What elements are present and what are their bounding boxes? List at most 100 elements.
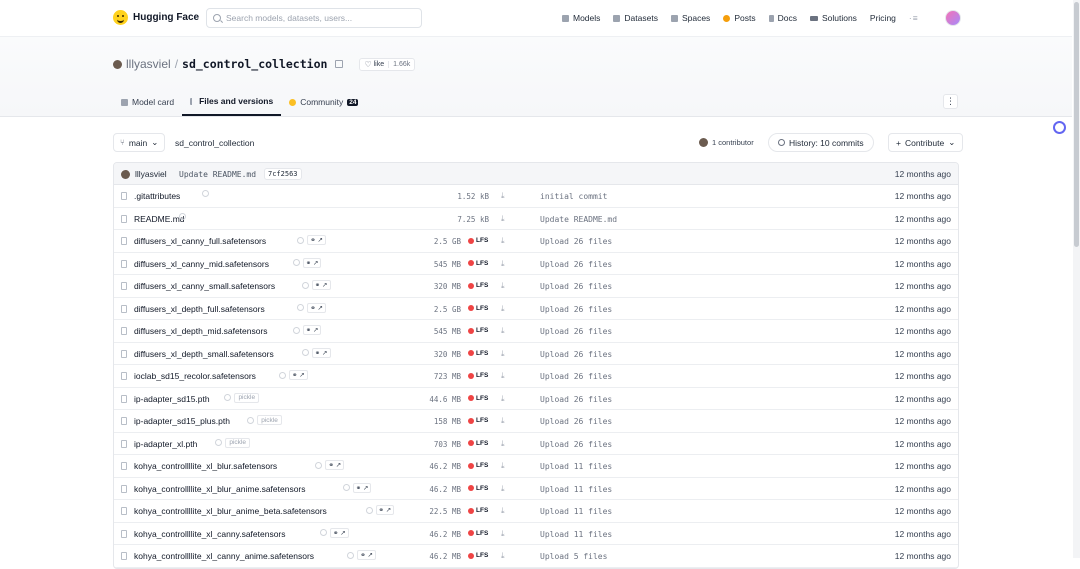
file-row[interactable]: diffusers_xl_canny_mid.safetensors ⚭ ↗ 545… [114,253,958,275]
file-name-link[interactable]: diffusers_xl_depth_small.safetensors [134,349,274,359]
download-icon[interactable]: ⤓ [501,484,505,494]
search-input[interactable] [226,13,406,23]
tab-community[interactable]: Community 24 [281,88,366,116]
file-name-link[interactable]: kohya_controllllite_xl_blur_anime.safete… [134,484,306,494]
download-icon[interactable]: ⤓ [501,326,505,336]
history-button[interactable]: History: 10 commits [768,133,874,152]
safety-scan-icon[interactable] [297,304,305,311]
repo-name-link[interactable]: sd_control_collection [182,57,327,71]
safety-scan-icon[interactable] [279,371,287,379]
file-row[interactable]: kohya_controllllite_xl_canny.safetensors… [114,523,958,545]
file-row[interactable]: README.md 7.25 kB ⤓ Update README.md 12 mont… [114,208,958,230]
file-commit-message[interactable]: Upload 26 files [540,372,612,381]
download-icon[interactable]: ⤓ [501,349,505,359]
safety-scan-icon[interactable] [365,506,373,514]
safety-scan-icon[interactable] [342,484,350,491]
file-row[interactable]: kohya_controllllite_xl_blur.safetensors ⚭… [114,455,958,478]
file-name-link[interactable]: kohya_controllllite_xl_canny_anime.safet… [134,551,314,561]
scrollbar-thumb[interactable] [1074,2,1079,247]
download-icon[interactable]: ⤓ [501,371,505,381]
nav-spaces[interactable]: Spaces [670,13,710,23]
file-row[interactable]: diffusers_xl_depth_mid.safetensors ⚭ ↗ 545… [114,320,958,343]
download-icon[interactable]: ⤓ [501,394,505,404]
download-icon[interactable]: ⤓ [501,281,505,291]
tab-model-card[interactable]: Model card [113,88,182,116]
file-name-link[interactable]: diffusers_xl_canny_small.safetensors [134,281,275,291]
file-commit-message[interactable]: Upload 26 files [540,350,612,359]
repo-options-menu-icon[interactable]: ⋮ [943,94,958,109]
download-icon[interactable]: ⤓ [501,191,505,201]
file-name-link[interactable]: README.md [134,214,185,224]
safetensors-viewer-icon[interactable]: ⚭ ↗ [330,527,349,538]
download-icon[interactable]: ⤓ [501,259,505,269]
nav-models[interactable]: Models [562,13,600,23]
download-icon[interactable]: ⤓ [501,304,505,314]
nav-docs[interactable]: Docs [768,13,797,23]
file-row[interactable]: diffusers_xl_depth_full.safetensors ⚭ ↗ 2.… [114,298,958,320]
file-name-link[interactable]: ip-adapter_sd15_plus.pth [134,416,230,426]
file-name-link[interactable]: diffusers_xl_canny_mid.safetensors [134,259,269,269]
safety-scan-icon[interactable] [320,529,327,536]
safetensors-viewer-icon[interactable]: ⚭ ↗ [302,257,322,268]
repo-owner-link[interactable]: lllyasviel [126,57,171,71]
search-box[interactable] [206,8,422,28]
safety-scan-icon[interactable] [315,461,323,469]
safetensors-viewer-icon[interactable]: ⚭ ↗ [352,482,372,493]
download-icon[interactable]: ⤓ [501,236,505,246]
download-icon[interactable]: ⤓ [501,506,505,516]
nav-pricing[interactable]: Pricing [870,13,896,23]
pickle-badge[interactable]: pickle [234,392,260,403]
file-row[interactable]: kohya_controllllite_xl_blur_anime_beta.s… [114,500,958,523]
safety-scan-icon[interactable] [292,259,300,266]
download-icon[interactable]: ⤓ [501,214,505,224]
pickle-badge[interactable]: pickle [257,415,282,425]
file-name-link[interactable]: diffusers_xl_canny_full.safetensors [134,236,266,246]
file-commit-message[interactable]: Upload 26 files [540,327,612,336]
file-name-link[interactable]: ip-adapter_xl.pth [134,439,197,449]
like-button[interactable]: ♡ like 1.66k [359,57,416,71]
copy-icon[interactable] [335,60,344,68]
file-row[interactable]: diffusers_xl_canny_full.safetensors ⚭ ↗ 2.… [114,230,958,253]
file-row[interactable]: ip-adapter_sd15.pth pickle 44.6 MB LFS ⤓ Uplo… [114,388,958,410]
safety-scan-icon[interactable] [178,212,186,220]
file-name-link[interactable]: kohya_controllllite_xl_blur.safetensors [134,461,277,471]
safety-scan-icon[interactable] [215,439,223,446]
file-row[interactable]: .gitattributes 1.52 kB ⤓ initial commit 12 m… [114,185,958,208]
file-name-link[interactable]: ioclab_sd15_recolor.safetensors [134,371,256,381]
file-name-link[interactable]: kohya_controllllite_xl_canny.safetensors [134,529,286,539]
download-icon[interactable]: ⤓ [501,551,505,561]
download-icon[interactable]: ⤓ [501,416,505,426]
brand-logo[interactable]: Hugging Face [113,10,199,25]
file-commit-message[interactable]: Update README.md [540,215,617,224]
like-count[interactable]: 1.66k [388,60,414,68]
commit-author[interactable]: lllyasviel [135,169,167,179]
safety-scan-icon[interactable] [301,349,309,356]
file-name-link[interactable]: diffusers_xl_depth_full.safetensors [134,304,265,314]
file-name-link[interactable]: diffusers_xl_depth_mid.safetensors [134,326,268,336]
file-name-link[interactable]: ip-adapter_sd15.pth [134,394,210,404]
user-avatar[interactable] [945,10,961,26]
safetensors-viewer-icon[interactable]: ⚭ ↗ [289,370,308,380]
file-row[interactable]: diffusers_xl_depth_small.safetensors ⚭ ↗ 3… [114,343,958,365]
file-name-link[interactable]: kohya_controllllite_xl_blur_anime_beta.s… [134,506,327,516]
file-row[interactable]: ip-adapter_xl.pth pickle 703 MB LFS ⤓ Upload … [114,433,958,455]
file-row[interactable]: kohya_controllllite_xl_blur_anime.safete… [114,478,958,500]
nav-datasets[interactable]: Datasets [613,13,658,23]
commit-message[interactable]: Update README.md [179,170,256,179]
file-commit-message[interactable]: Upload 26 files [540,237,612,246]
safetensors-viewer-icon[interactable]: ⚭ ↗ [311,280,331,290]
owner-avatar[interactable] [113,59,122,69]
file-commit-message[interactable]: Upload 11 files [540,507,612,516]
safetensors-viewer-icon[interactable]: ⚭ ↗ [325,460,345,470]
safetensors-viewer-icon[interactable]: ⚭ ↗ [307,302,326,313]
file-commit-message[interactable]: Upload 26 files [540,395,612,404]
file-name-link[interactable]: .gitattributes [134,191,180,201]
file-row[interactable]: kohya_controllllite_xl_canny_anime.safet… [114,545,958,568]
file-commit-message[interactable]: Upload 26 files [540,260,612,269]
tab-files-and-versions[interactable]: Files and versions [182,88,282,116]
safety-scan-icon[interactable] [201,190,209,197]
file-commit-message[interactable]: Upload 26 files [540,305,612,314]
safety-scan-icon[interactable] [297,236,305,244]
file-commit-message[interactable]: Upload 26 files [540,440,612,449]
file-commit-message[interactable]: Upload 11 files [540,485,612,494]
